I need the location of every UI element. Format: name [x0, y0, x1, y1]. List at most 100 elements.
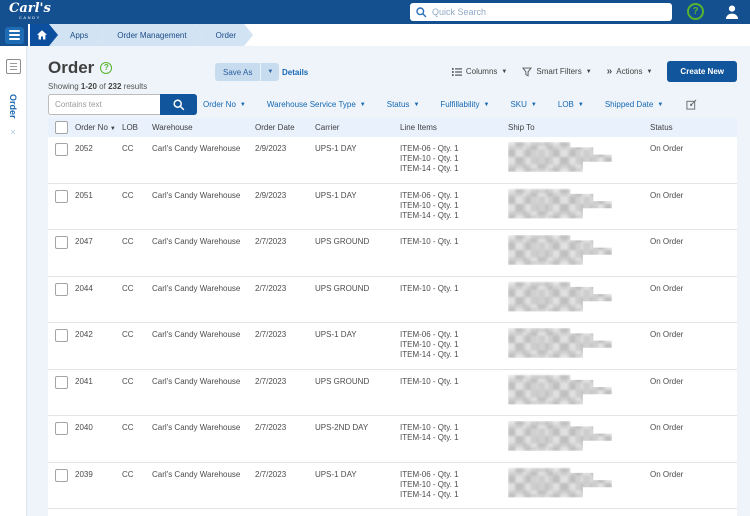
cell-warehouse: Carl's Candy Warehouse: [152, 230, 255, 276]
cell-order-date: 2/9/2023: [255, 137, 315, 183]
cell-ship-to: [508, 370, 650, 416]
cell-ship-to: [508, 323, 650, 369]
help-icon[interactable]: ?: [687, 3, 704, 20]
ship-to-redacted: [508, 282, 612, 312]
double-chevron-right-icon: »: [607, 68, 613, 76]
row-checkbox[interactable]: [55, 376, 68, 389]
table-row[interactable]: 2044 CC Carl's Candy Warehouse 2/7/2023 …: [48, 277, 737, 324]
row-checkbox[interactable]: [55, 236, 68, 249]
cell-order-no[interactable]: 2042: [75, 323, 122, 369]
cell-order-date: 2/7/2023: [255, 370, 315, 416]
row-checkbox[interactable]: [55, 469, 68, 482]
save-as-button[interactable]: Save As ▼: [215, 63, 279, 81]
table-row[interactable]: 2042 CC Carl's Candy Warehouse 2/7/2023 …: [48, 323, 737, 370]
header-order-date[interactable]: Order Date: [255, 123, 315, 132]
table-row[interactable]: 2041 CC Carl's Candy Warehouse 2/7/2023 …: [48, 370, 737, 417]
line-item: ITEM-10 - Qty. 1: [400, 154, 508, 164]
row-checkbox[interactable]: [55, 422, 68, 435]
line-item: ITEM-10 - Qty. 1: [400, 201, 508, 211]
filter-order-no[interactable]: Order No▼: [203, 100, 246, 109]
table-row[interactable]: 2052 CC Carl's Candy Warehouse 2/9/2023 …: [48, 137, 737, 184]
cell-line-items: ITEM-10 - Qty. 1: [400, 230, 508, 276]
cell-line-items: ITEM-06 - Qty. 1ITEM-10 - Qty. 1ITEM-14 …: [400, 184, 508, 230]
nav-left-block: [0, 24, 28, 46]
cell-carrier: UPS-1 DAY: [315, 463, 400, 509]
ship-to-redacted: [508, 235, 612, 265]
details-link[interactable]: Details: [282, 68, 308, 77]
cell-line-items: ITEM-10 - Qty. 1ITEM-14 - Qty. 1: [400, 416, 508, 462]
table-row[interactable]: 2051 CC Carl's Candy Warehouse 2/9/2023 …: [48, 184, 737, 231]
user-icon[interactable]: [724, 4, 740, 20]
filter-shipped-date[interactable]: Shipped Date▼: [605, 100, 663, 109]
line-item: ITEM-14 - Qty. 1: [400, 490, 508, 500]
row-checkbox[interactable]: [55, 190, 68, 203]
actions-button[interactable]: » Actions ▼: [607, 67, 653, 76]
cell-order-no[interactable]: 2041: [75, 370, 122, 416]
filter-fulfillability[interactable]: Fulfillability▼: [440, 100, 489, 109]
quick-search-input[interactable]: [432, 7, 666, 17]
filter-status[interactable]: Status▼: [387, 100, 420, 109]
columns-label: Columns: [466, 67, 498, 76]
header-carrier[interactable]: Carrier: [315, 123, 400, 132]
ship-to-redacted: [508, 328, 612, 358]
menu-icon[interactable]: [5, 27, 24, 44]
brand-logo-text: Carl's: [9, 2, 51, 15]
cell-lob: CC: [122, 370, 152, 416]
table-row[interactable]: 2040 CC Carl's Candy Warehouse 2/7/2023 …: [48, 416, 737, 463]
row-checkbox[interactable]: [55, 143, 68, 156]
top-bar: Carl's CANDY ?: [0, 0, 750, 24]
table-row[interactable]: 2047 CC Carl's Candy Warehouse 2/7/2023 …: [48, 230, 737, 277]
breadcrumb-order-management[interactable]: Order Management: [96, 24, 203, 46]
cell-warehouse: Carl's Candy Warehouse: [152, 323, 255, 369]
table-row[interactable]: 2039 CC Carl's Candy Warehouse 2/7/2023 …: [48, 463, 737, 510]
header-lob[interactable]: LOB: [122, 123, 152, 132]
filter-warehouse-service-type[interactable]: Warehouse Service Type▼: [267, 100, 366, 109]
line-item: ITEM-06 - Qty. 1: [400, 470, 508, 480]
cell-order-no[interactable]: 2040: [75, 416, 122, 462]
chevron-down-icon: ▼: [578, 102, 584, 108]
cell-line-items: ITEM-06 - Qty. 1ITEM-10 - Qty. 1ITEM-14 …: [400, 323, 508, 369]
document-icon[interactable]: [6, 59, 21, 74]
cell-order-no[interactable]: 2051: [75, 184, 122, 230]
cell-status: On Order: [650, 463, 737, 509]
save-as-label[interactable]: Save As: [215, 63, 260, 81]
line-item: ITEM-10 - Qty. 1: [400, 480, 508, 490]
columns-button[interactable]: Columns ▼: [452, 67, 508, 77]
row-checkbox[interactable]: [55, 329, 68, 342]
line-item: ITEM-10 - Qty. 1: [400, 284, 508, 294]
quick-search-box[interactable]: [410, 3, 672, 21]
rail-tab-order[interactable]: Order: [8, 94, 18, 119]
header-ship-to[interactable]: Ship To: [508, 123, 650, 132]
header-line-items[interactable]: Line Items: [400, 123, 508, 132]
contains-text-input[interactable]: [48, 94, 160, 115]
cell-order-no[interactable]: 2052: [75, 137, 122, 183]
chevron-down-icon: ▼: [586, 69, 592, 75]
cell-order-no[interactable]: 2047: [75, 230, 122, 276]
page-title-text: Order: [48, 58, 94, 78]
smart-filters-button[interactable]: Smart Filters ▼: [522, 67, 591, 77]
breadcrumb-bar: Apps Order Management Order: [0, 24, 750, 46]
cell-line-items: ITEM-06 - Qty. 1ITEM-10 - Qty. 1ITEM-14 …: [400, 463, 508, 509]
select-all-checkbox[interactable]: [55, 121, 68, 134]
edit-filters-icon[interactable]: [686, 99, 697, 110]
header-order-no[interactable]: Order No▼: [75, 123, 122, 132]
cell-order-date: 2/7/2023: [255, 230, 315, 276]
close-icon[interactable]: ×: [0, 127, 26, 137]
breadcrumb: Apps Order Management Order: [58, 24, 253, 46]
filter-sku[interactable]: SKU▼: [510, 100, 536, 109]
save-as-caret-icon[interactable]: ▼: [260, 63, 279, 81]
create-new-button[interactable]: Create New: [667, 61, 737, 82]
cell-order-no[interactable]: 2044: [75, 277, 122, 323]
title-help-icon[interactable]: ?: [100, 62, 112, 74]
header-status[interactable]: Status: [650, 123, 737, 132]
row-checkbox[interactable]: [55, 283, 68, 296]
chevron-down-icon: ▼: [484, 102, 490, 108]
filter-lob[interactable]: LOB▼: [558, 100, 584, 109]
toolbar-right: Columns ▼ Smart Filters ▼ » Actions ▼ Cr…: [452, 61, 737, 82]
header-warehouse[interactable]: Warehouse: [152, 123, 255, 132]
breadcrumb-apps[interactable]: Apps: [49, 24, 105, 46]
cell-order-no[interactable]: 2039: [75, 463, 122, 509]
search-button[interactable]: [160, 94, 197, 115]
actions-label: Actions: [616, 67, 642, 76]
brand-logo[interactable]: Carl's CANDY: [9, 2, 51, 20]
